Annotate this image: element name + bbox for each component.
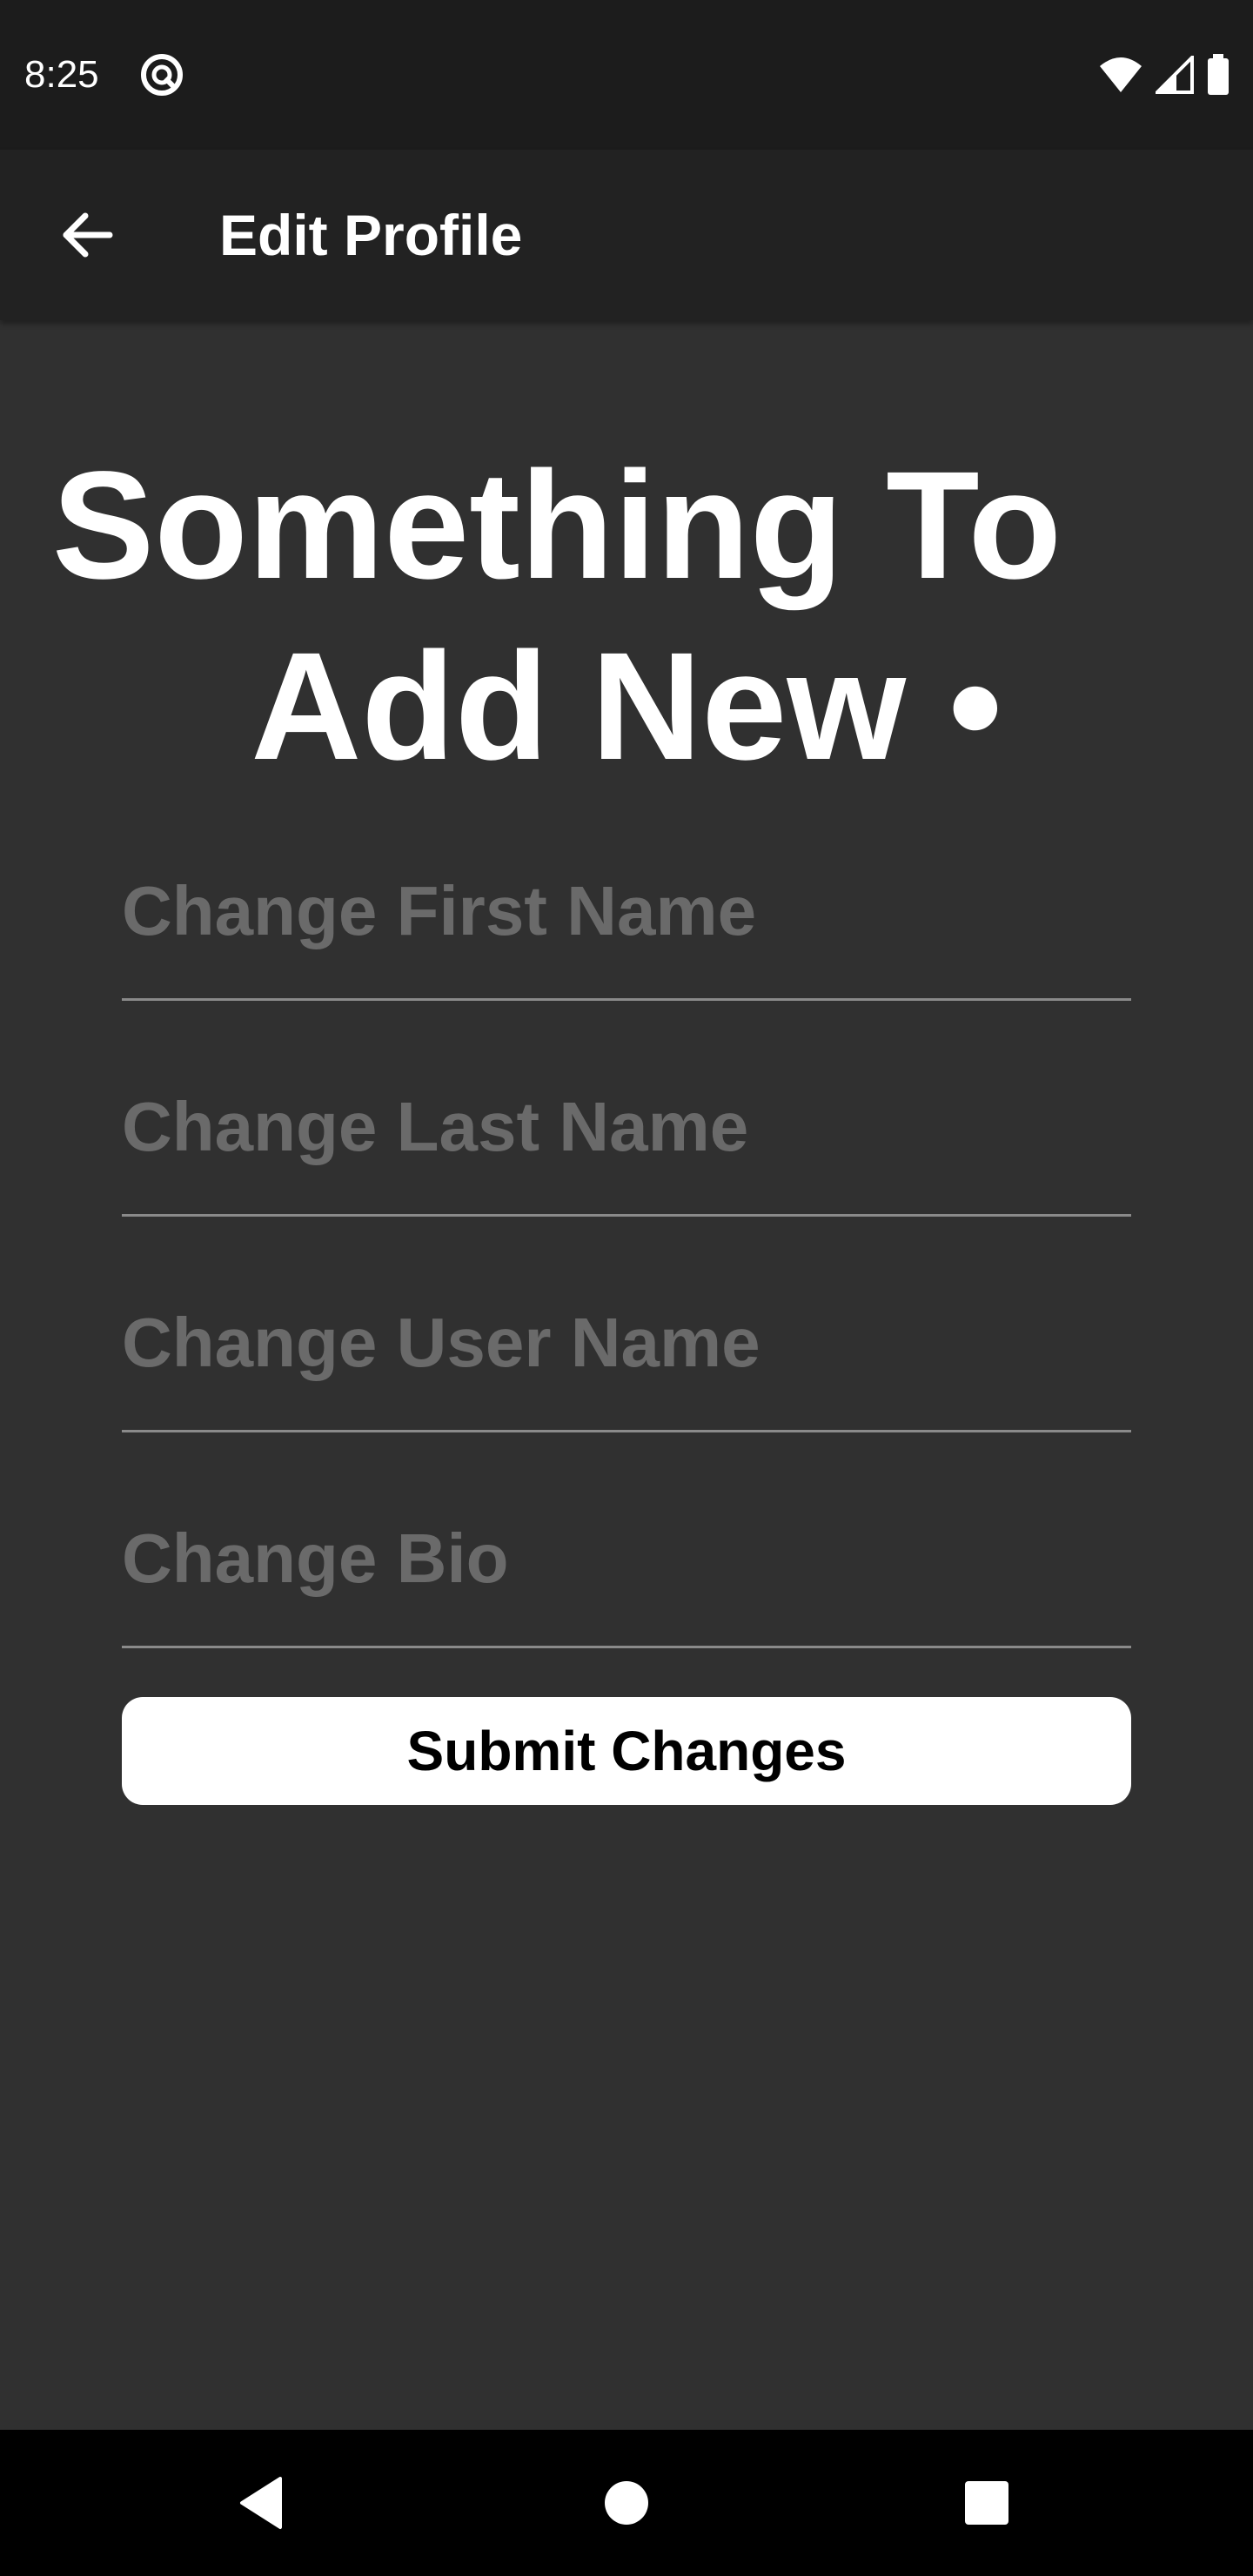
user-name-field — [122, 1299, 1131, 1432]
app-bar: Edit Profile — [0, 150, 1253, 320]
nav-home-button[interactable] — [583, 2459, 670, 2546]
status-icons — [1098, 54, 1230, 96]
square-recents-icon — [965, 2481, 1008, 2525]
circle-home-icon — [605, 2481, 648, 2525]
headline-line-1: Something To — [51, 440, 1062, 611]
last-name-input[interactable] — [122, 1083, 1131, 1171]
submit-changes-button[interactable]: Submit Changes — [122, 1697, 1131, 1805]
status-bar: 8:25 — [0, 0, 1253, 150]
battery-icon — [1208, 54, 1229, 95]
bio-field — [122, 1515, 1131, 1648]
user-name-input[interactable] — [122, 1299, 1131, 1386]
at-sign-icon — [141, 54, 183, 96]
last-name-field — [122, 1083, 1131, 1217]
nav-back-button[interactable] — [218, 2459, 305, 2546]
wifi-icon — [1100, 57, 1142, 92]
system-nav-bar — [0, 2430, 1253, 2576]
triangle-back-icon — [240, 2477, 282, 2529]
edit-profile-screen: 8:25 Edit Profile Something To Add New •… — [0, 0, 1253, 2576]
headline: Something To Add New • — [0, 435, 1253, 797]
first-name-input[interactable] — [122, 868, 1131, 955]
status-time: 8:25 — [24, 53, 99, 96]
first-name-field — [122, 868, 1131, 1001]
bio-input[interactable] — [122, 1515, 1131, 1602]
headline-line-2: Add New • — [251, 621, 1002, 792]
back-button[interactable] — [45, 193, 129, 277]
page-title: Edit Profile — [219, 203, 523, 267]
nav-recents-button[interactable] — [943, 2459, 1030, 2546]
signal-icon — [1156, 56, 1194, 94]
arrow-left-icon — [63, 212, 113, 258]
